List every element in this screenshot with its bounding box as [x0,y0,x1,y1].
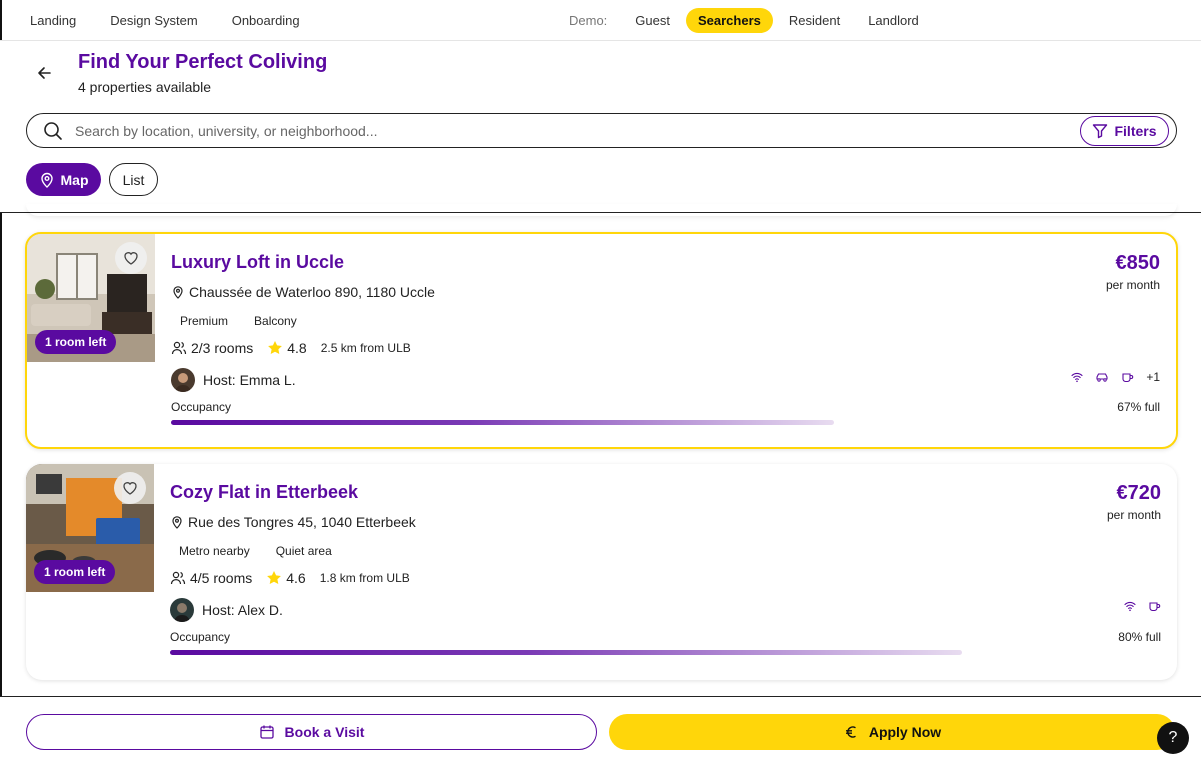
tag: Balcony [245,312,306,330]
page-title: Find Your Perfect Coliving [78,51,328,73]
distance-text: 1.8 km from ULB [319,571,410,585]
back-arrow-icon[interactable] [34,63,54,83]
property-title[interactable]: Luxury Loft in Uccle [171,252,344,273]
availability-badge: 1 room left [35,330,117,354]
property-stats: 2/3 rooms 4.8 2.5 km from ULB [171,340,425,356]
address-text: Chaussée de Waterloo 890, 1180 Uccle [189,284,435,300]
host-info: Host: Alex D. [170,598,283,622]
rating-text: 4.8 [287,340,307,356]
host-name: Host: Alex D. [202,602,283,618]
price-period: per month [1106,508,1161,522]
wifi-icon [1124,601,1136,612]
rooms-stat: 2/3 rooms [171,340,253,356]
price: €850 [1115,252,1161,274]
property-card[interactable]: 1 room left Cozy Flat in Etterbeek Rue d… [26,464,1177,680]
property-title[interactable]: Cozy Flat in Etterbeek [170,482,358,503]
top-nav: Landing Design System Onboarding Demo: G… [0,0,1201,41]
tag: Premium [171,312,238,330]
rooms-text: 4/5 rooms [190,570,253,586]
distance-text: 2.5 km from ULB [320,341,411,355]
tag: Metro nearby [170,542,259,560]
apply-now-button[interactable]: Apply Now [609,714,1175,750]
rating-stat: 4.6 [266,570,306,586]
coffee-icon [1149,602,1161,612]
nav-design-system-link[interactable]: Design System [110,13,197,28]
book-visit-button[interactable]: Book a Visit [26,714,597,750]
property-address: Chaussée de Waterloo 890, 1180 Uccle [171,284,435,300]
location-pin-icon [172,516,182,529]
occupancy-bar [170,650,962,655]
price: €720 [1116,482,1162,504]
amenities: +1 [1071,370,1160,384]
host-name: Host: Emma L. [203,372,296,388]
more-amenities-count: +1 [1146,370,1160,384]
book-visit-label: Book a Visit [284,724,365,740]
people-icon [171,341,187,355]
wifi-icon [1071,372,1083,383]
tag: Quiet area [266,542,341,560]
host-info: Host: Emma L. [171,368,296,392]
property-tags: Metro nearby Quiet area [170,542,341,560]
avatar [170,598,194,622]
occupancy-label: Occupancy [170,630,231,644]
property-tags: Premium Balcony [171,312,306,330]
avatar [171,368,195,392]
apply-now-label: Apply Now [868,724,942,740]
star-icon [268,341,283,354]
demo-switcher: Demo: Guest Searchers Resident Landlord [569,0,935,41]
demo-label: Demo: [569,13,608,28]
filters-label: Filters [1114,123,1157,139]
occupancy-percent: 80% full [1118,630,1161,644]
occupancy-bar [171,420,834,425]
search-input[interactable]: Search by location, university, or neigh… [75,123,377,139]
property-stats: 4/5 rooms 4.6 1.8 km from ULB [170,570,424,586]
demo-landlord-tab[interactable]: Landlord [856,8,931,33]
map-view-label: Map [60,171,89,188]
address-text: Rue des Tongres 45, 1040 Etterbeek [188,514,416,530]
property-address: Rue des Tongres 45, 1040 Etterbeek [170,514,416,530]
nav-landing-link[interactable]: Landing [30,13,76,28]
amenities [1124,600,1161,612]
demo-searchers-tab[interactable]: Searchers [685,8,773,33]
favorite-heart-icon[interactable] [115,242,147,274]
bottom-action-bar: Book a Visit Apply Now ? [0,696,1201,765]
star-icon [267,571,282,584]
rooms-text: 2/3 rooms [191,340,254,356]
occupancy-percent: 67% full [1117,400,1160,414]
calendar-icon [259,725,274,739]
people-icon [170,571,186,585]
car-icon [1096,373,1108,382]
rating-text: 4.6 [286,570,306,586]
previous-card-edge [26,204,1177,216]
rating-stat: 4.8 [267,340,307,356]
map-pin-icon [40,172,53,188]
results-count: 4 properties available [78,79,212,95]
price-period: per month [1105,278,1160,292]
help-button[interactable]: ? [1157,722,1189,754]
demo-guest-tab[interactable]: Guest [623,8,682,33]
map-view-button[interactable]: Map [26,163,101,196]
coffee-icon [1122,373,1134,383]
search-icon [43,121,63,141]
favorite-heart-icon[interactable] [114,472,146,504]
filters-button[interactable]: Filters [1080,116,1169,146]
occupancy-label: Occupancy [171,400,232,414]
property-card[interactable]: 1 room left Luxury Loft in Uccle Chaussé… [25,232,1178,449]
euro-icon [845,726,856,738]
list-view-button[interactable]: List [109,163,158,196]
location-pin-icon [173,286,183,299]
search-bar[interactable]: Search by location, university, or neigh… [26,113,1177,148]
rooms-stat: 4/5 rooms [170,570,252,586]
nav-onboarding-link[interactable]: Onboarding [232,13,300,28]
filter-icon [1093,124,1108,139]
availability-badge: 1 room left [34,560,116,584]
page-header: Find Your Perfect Coliving 4 properties … [0,41,1201,213]
demo-resident-tab[interactable]: Resident [777,8,852,33]
